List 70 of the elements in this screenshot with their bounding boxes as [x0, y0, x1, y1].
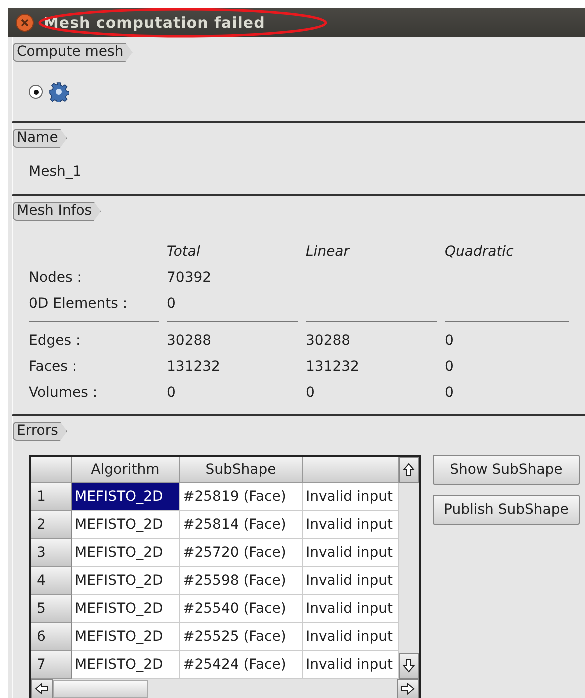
value-text: 0: [445, 384, 455, 403]
table-cell[interactable]: #25525 (Face): [180, 623, 303, 651]
row-label: Faces :: [29, 358, 78, 377]
action-button[interactable]: Show SubShape: [433, 455, 580, 485]
row-header[interactable]: 7: [31, 651, 72, 679]
row-header[interactable]: 4: [31, 567, 72, 595]
table-cell[interactable]: MEFISTO_2D: [72, 567, 180, 595]
table-cell[interactable]: MEFISTO_2D: [72, 623, 180, 651]
row-label: 0D Elements :: [29, 295, 129, 314]
corner-header: [31, 457, 72, 483]
value-text: 0: [167, 295, 177, 314]
table-cell[interactable]: #25540 (Face): [180, 595, 303, 623]
table-cell[interactable]: Invalid input: [303, 511, 399, 539]
table-cell[interactable]: Invalid input: [303, 595, 399, 623]
scroll-down-button[interactable]: [399, 653, 419, 679]
arrow-right-icon: [401, 683, 415, 695]
table-cell[interactable]: MEFISTO_2D: [72, 511, 180, 539]
scroll-up-button[interactable]: [399, 457, 419, 483]
value-text: 30288: [306, 332, 352, 351]
group-label: Mesh Infos: [13, 202, 102, 221]
value-text: 0: [167, 384, 177, 403]
table-cell[interactable]: MEFISTO_2D: [72, 595, 180, 623]
group-label: Compute mesh: [13, 43, 133, 62]
table-cell[interactable]: Invalid input: [303, 651, 399, 679]
row-header[interactable]: 2: [31, 511, 72, 539]
column-header[interactable]: Algorithm: [72, 457, 180, 483]
value-text: 70392: [167, 269, 213, 288]
arrow-left-icon: [35, 683, 49, 695]
row-label: Edges :: [29, 332, 82, 351]
table-cell[interactable]: Invalid input: [303, 483, 399, 511]
table-cell[interactable]: MEFISTO_2D: [72, 483, 180, 511]
row-label: Volumes :: [29, 384, 99, 403]
table-cell[interactable]: #25819 (Face): [180, 483, 303, 511]
column-heading: Linear: [306, 243, 352, 262]
value-text: 0: [445, 332, 455, 351]
table-cell[interactable]: #25424 (Face): [180, 651, 303, 679]
table-cell[interactable]: #25720 (Face): [180, 539, 303, 567]
scroll-left-button[interactable]: [31, 679, 53, 698]
table-cell[interactable]: MEFISTO_2D: [72, 651, 180, 679]
vertical-scrollbar[interactable]: [399, 457, 419, 679]
row-header[interactable]: 5: [31, 595, 72, 623]
arrow-up-icon: [403, 463, 415, 477]
scroll-right-button[interactable]: [397, 679, 419, 698]
table-cell[interactable]: Invalid input: [303, 567, 399, 595]
action-button[interactable]: Publish SubShape: [433, 495, 580, 525]
gear-icon: [49, 82, 69, 102]
row-label: Nodes :: [29, 269, 83, 288]
table-cell[interactable]: Invalid input: [303, 623, 399, 651]
table-cell[interactable]: Invalid input: [303, 539, 399, 567]
scrollbar-thumb[interactable]: [53, 680, 148, 698]
close-icon[interactable]: [16, 14, 34, 32]
row-header[interactable]: 6: [31, 623, 72, 651]
value-text: 0: [306, 384, 316, 403]
value-text: 131232: [306, 358, 360, 377]
group-label: Name: [13, 129, 68, 148]
group-label: Errors: [13, 422, 68, 441]
column-header[interactable]: SubShape: [180, 457, 303, 483]
value-text: 131232: [167, 358, 222, 377]
arrow-down-icon: [403, 659, 415, 673]
value-text: 0: [445, 358, 455, 377]
mesh-name: Mesh_1: [28, 163, 83, 182]
row-header[interactable]: 1: [31, 483, 72, 511]
table-cell[interactable]: #25598 (Face): [180, 567, 303, 595]
row-header[interactable]: 3: [31, 539, 72, 567]
table-cell[interactable]: #25814 (Face): [180, 511, 303, 539]
column-heading: Quadratic: [445, 243, 515, 262]
radio-button[interactable]: [29, 85, 43, 99]
value-text: 30288: [167, 332, 213, 351]
column-heading: Total: [167, 243, 202, 262]
table-cell[interactable]: MEFISTO_2D: [72, 539, 180, 567]
